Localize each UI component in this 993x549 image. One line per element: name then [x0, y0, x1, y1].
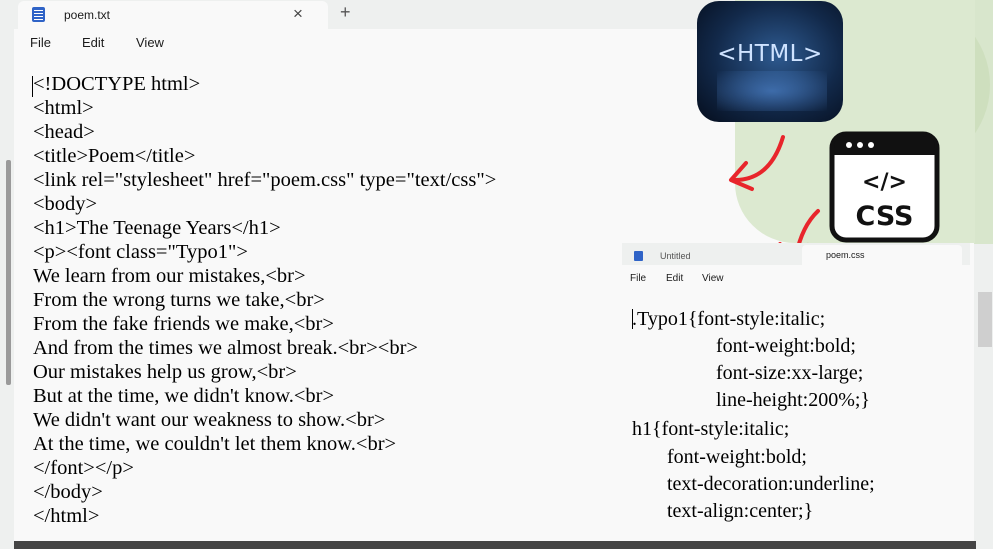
bottom-border: [14, 541, 976, 549]
css-code-line: font-size:xx-large;: [716, 362, 864, 384]
css-code-line: text-align:center;}: [667, 500, 814, 522]
css-code-line: font-weight:bold;: [716, 335, 856, 357]
css-tab-bar: Untitled poem.css: [622, 243, 970, 265]
css-code-line: h1{font-style:italic;: [632, 418, 790, 440]
css-notepad-window: Untitled poem.css File Edit View .Typo1{…: [622, 243, 970, 541]
arrow-to-link-line: [733, 135, 785, 182]
css-code-line: font-weight:bold;: [667, 446, 807, 468]
css-menu-edit[interactable]: Edit: [666, 273, 683, 284]
css-code-line: text-decoration:underline;: [667, 473, 875, 495]
css-menu-view[interactable]: View: [702, 273, 724, 284]
css-code-line: .Typo1{font-style:italic;: [632, 308, 826, 330]
tab-poem-css[interactable]: poem.css: [802, 245, 962, 265]
css-menu-bar: File Edit View: [622, 270, 970, 290]
tab-untitled[interactable]: Untitled: [626, 245, 786, 265]
tab-untitled-label: Untitled: [660, 251, 691, 261]
notepad-icon: [634, 251, 643, 261]
css-code-line: line-height:200%;}: [716, 389, 871, 411]
tab-poem-css-label: poem.css: [826, 250, 865, 260]
css-menu-file[interactable]: File: [630, 273, 646, 284]
